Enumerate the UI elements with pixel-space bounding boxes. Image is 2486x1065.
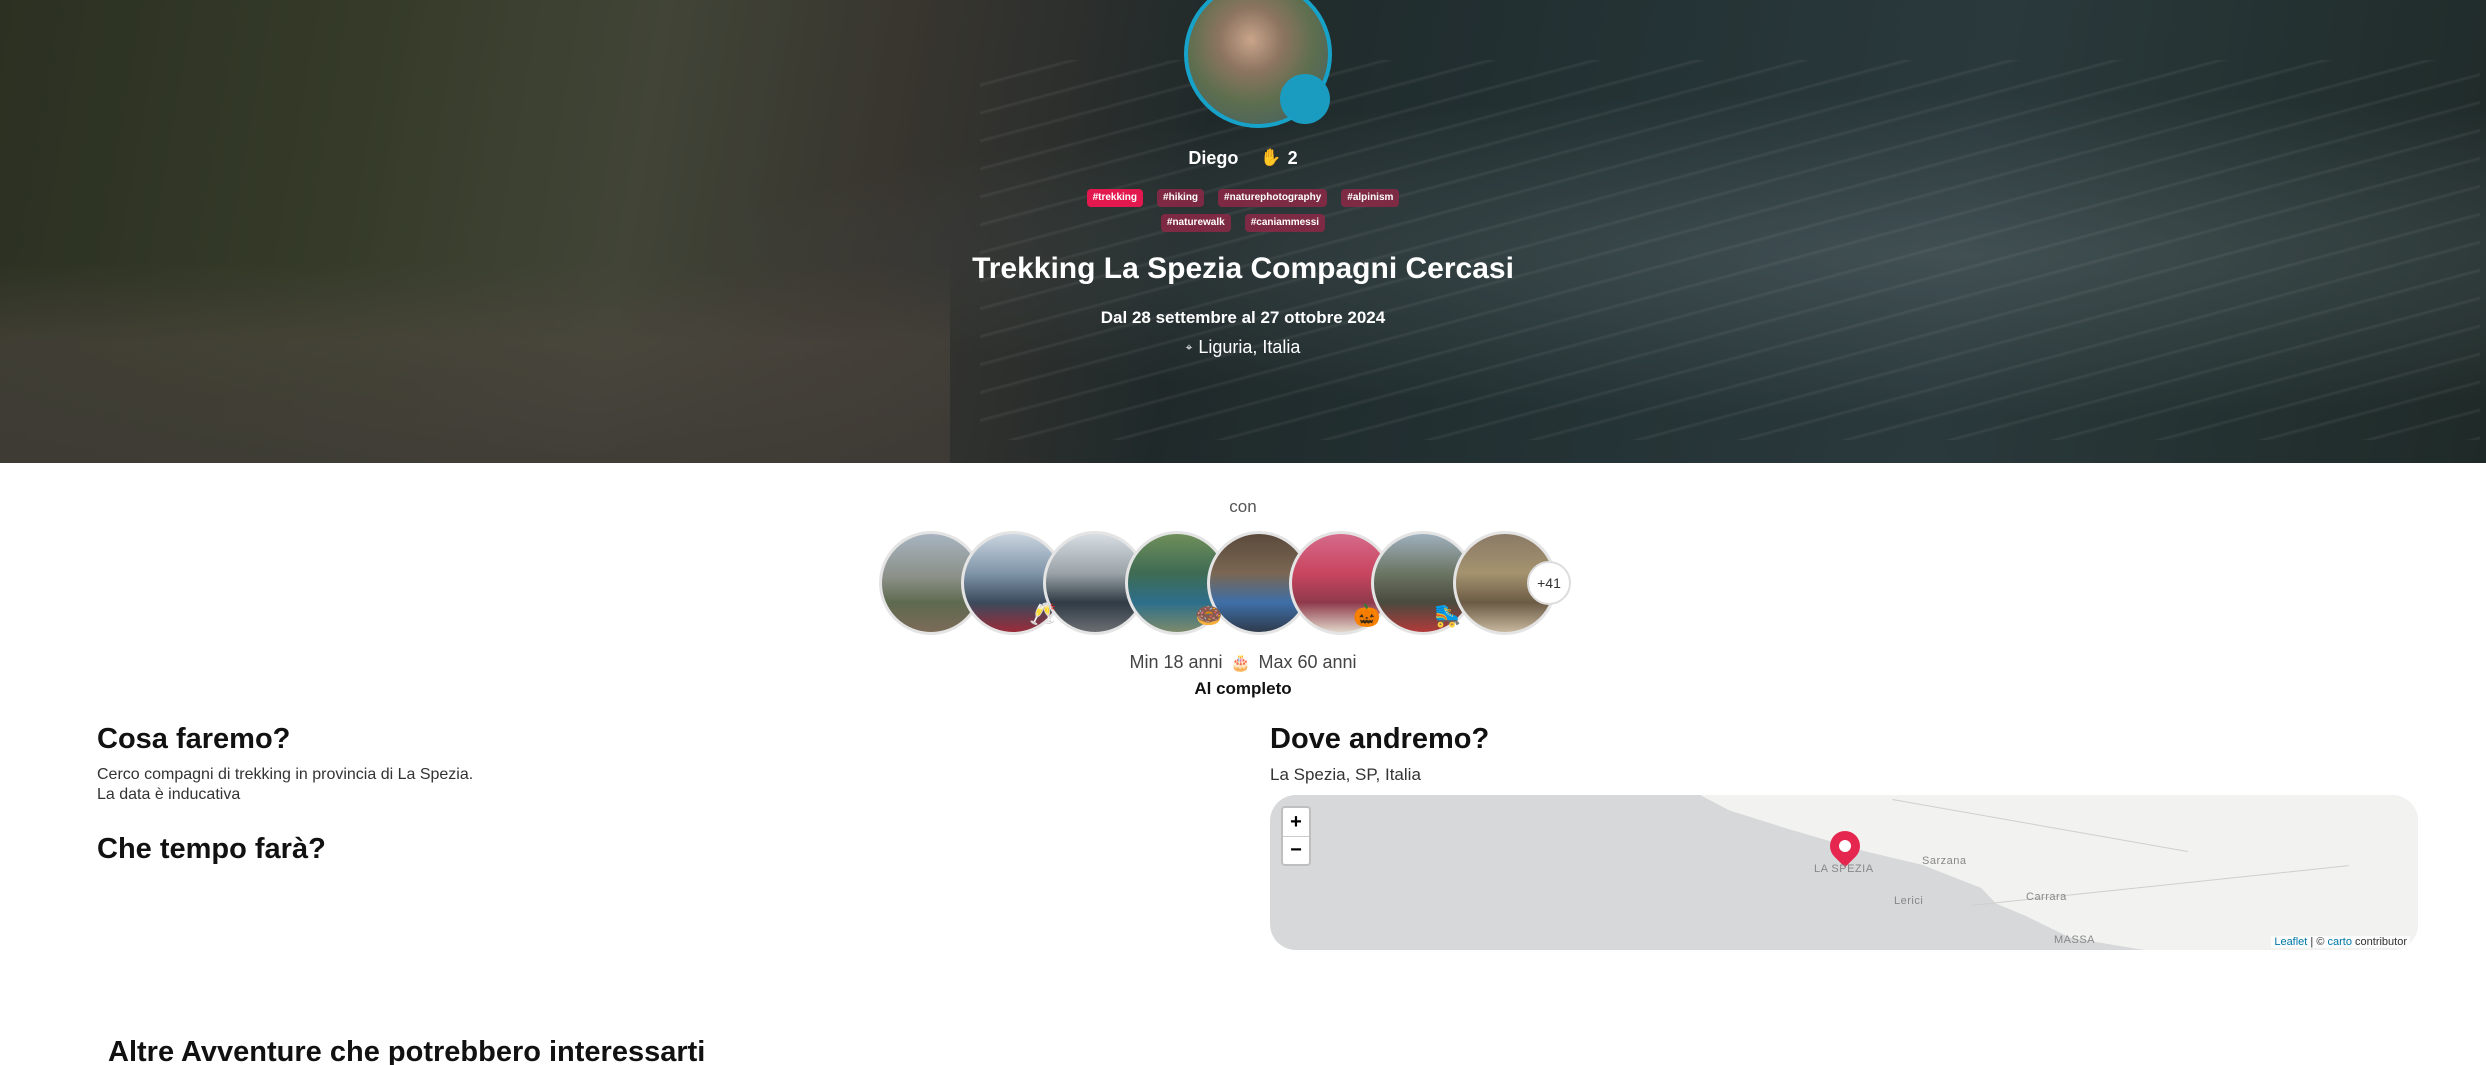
- what-description-line-1: Cerco compagni di trekking in provincia …: [97, 766, 474, 783]
- host-info: Diego ✋ 2: [1143, 144, 1343, 172]
- emoji-sticker-icon: 🛼: [1434, 603, 1462, 628]
- age-min: Min 18 anni: [1129, 652, 1223, 672]
- tag-list: #trekking #hiking #naturephotography #al…: [1080, 189, 1406, 232]
- tag[interactable]: #trekking: [1086, 189, 1144, 207]
- trip-title: Trekking La Spezia Compagni Cercasi: [972, 252, 1514, 285]
- host-name[interactable]: Diego: [1188, 148, 1238, 169]
- trip-location-text: Liguria, Italia: [1198, 337, 1301, 357]
- more-adventures-heading: Altre Avventure che potrebbero interessa…: [108, 1036, 706, 1065]
- host-avatar-badge: [1280, 74, 1330, 124]
- cake-icon: 🎂: [1230, 654, 1251, 672]
- attribution-rest: contributor: [2351, 936, 2407, 948]
- tag[interactable]: #naturewalk: [1160, 214, 1231, 232]
- age-range: Min 18 anni 🎂 Max 60 anni: [0, 652, 2486, 673]
- where-description: La Spezia, SP, Italia: [1270, 765, 1421, 784]
- where-heading: Dove andremo?: [1270, 723, 1490, 755]
- carto-link[interactable]: carto: [2328, 936, 2352, 948]
- map-attribution: Leaflet | © carto contributor: [2271, 936, 2410, 948]
- emoji-sticker-icon: 🥂: [1029, 601, 1057, 626]
- raised-hand-icon: ✋: [1260, 148, 1282, 167]
- emoji-sticker-icon: 🎃: [1353, 603, 1381, 628]
- tag[interactable]: #caniammessi: [1244, 214, 1326, 232]
- host-count: ✋ 2: [1260, 148, 1297, 169]
- location-pin-icon: ⌖: [1185, 340, 1193, 354]
- participant-avatars: 🥂 🍩 🎃 🛼 +41: [879, 531, 1579, 635]
- attribution-separator: | ©: [2307, 936, 2328, 948]
- tag[interactable]: #alpinism: [1341, 189, 1400, 207]
- what-description-line-2: La data è inducativa: [97, 786, 241, 803]
- map-zoom-control: + −: [1281, 806, 1311, 866]
- more-participants-badge[interactable]: +41: [1527, 561, 1571, 605]
- map-label-massa: MASSA: [2054, 934, 2096, 946]
- tag[interactable]: #hiking: [1157, 189, 1205, 207]
- trip-dates: Dal 28 settembre al 27 ottobre 2024: [1100, 308, 1386, 327]
- hero-banner: Diego ✋ 2 #trekking #hiking #naturephoto…: [0, 0, 2486, 463]
- weather-heading: Che tempo farà?: [97, 833, 326, 865]
- age-max: Max 60 anni: [1258, 652, 1357, 672]
- map-land: [1700, 795, 2418, 950]
- map-label-la-spezia: LA SPEZIA: [1814, 863, 1874, 875]
- emoji-sticker-icon: 🍩: [1195, 603, 1223, 628]
- host-count-value: 2: [1287, 147, 1298, 168]
- zoom-in-button[interactable]: +: [1283, 808, 1309, 836]
- what-heading: Cosa faremo?: [97, 723, 291, 755]
- tag[interactable]: #naturephotography: [1218, 189, 1328, 207]
- map-label-carrara: Carrara: [2026, 891, 2067, 903]
- trip-status: Al completo: [1194, 679, 1292, 698]
- leaflet-link[interactable]: Leaflet: [2274, 936, 2307, 948]
- trip-location: ⌖ Liguria, Italia: [0, 337, 2486, 358]
- map-label-lerici: Lerici: [1894, 895, 1924, 907]
- participants-label: con: [1229, 497, 1257, 516]
- location-map[interactable]: + − LA SPEZIA Sarzana Lerici Carrara MAS…: [1270, 795, 2418, 950]
- map-label-sarzana: Sarzana: [1922, 855, 1967, 867]
- zoom-out-button[interactable]: −: [1283, 836, 1309, 864]
